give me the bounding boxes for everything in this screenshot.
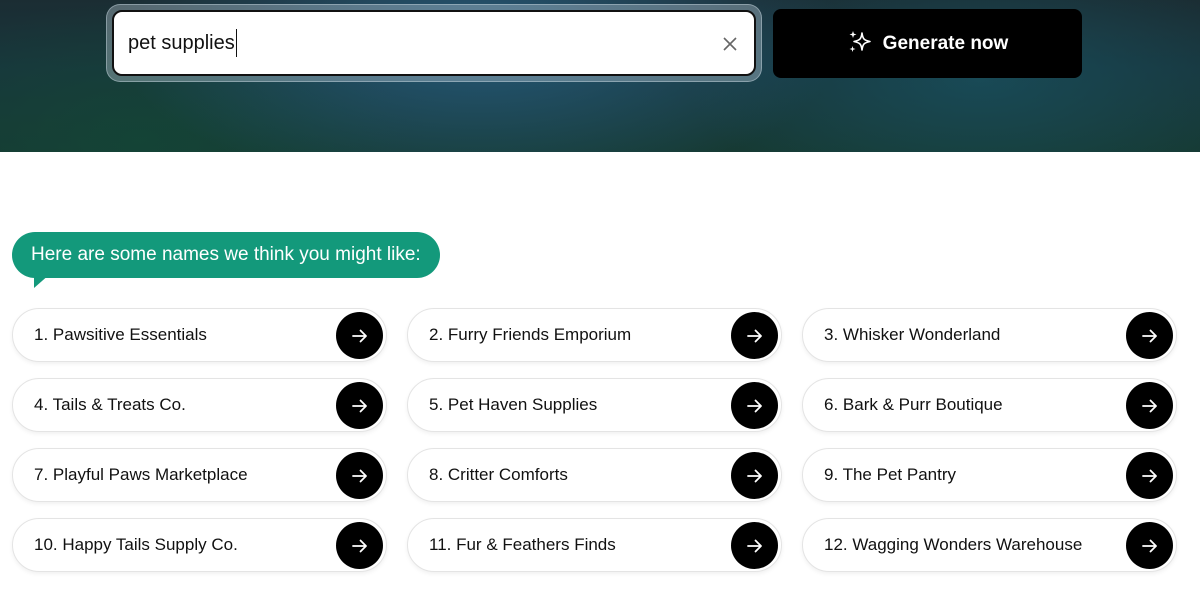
sparkles-icon [847, 29, 873, 58]
bubble-tail [34, 274, 50, 288]
search-box[interactable] [112, 10, 756, 76]
generate-button[interactable]: Generate now [773, 9, 1082, 78]
generate-button-label: Generate now [882, 32, 1009, 54]
name-card[interactable]: 5. Pet Haven Supplies [407, 378, 782, 432]
arrow-right-icon[interactable] [1126, 522, 1173, 569]
arrow-right-icon[interactable] [336, 382, 383, 429]
name-card[interactable]: 3. Whisker Wonderland [802, 308, 1177, 362]
text-caret [236, 29, 237, 57]
name-label: 7. Playful Paws Marketplace [34, 465, 248, 484]
name-label: 6. Bark & Purr Boutique [824, 395, 1003, 414]
search-container [106, 4, 762, 82]
name-card[interactable]: 2. Furry Friends Emporium [407, 308, 782, 362]
name-card[interactable]: 11. Fur & Feathers Finds [407, 518, 782, 572]
arrow-right-icon[interactable] [731, 452, 778, 499]
name-card[interactable]: 7. Playful Paws Marketplace [12, 448, 387, 502]
close-icon[interactable] [720, 34, 740, 54]
name-label: 8. Critter Comforts [429, 465, 568, 484]
arrow-right-icon[interactable] [731, 382, 778, 429]
arrow-right-icon[interactable] [336, 452, 383, 499]
arrow-right-icon[interactable] [1126, 382, 1173, 429]
arrow-right-icon[interactable] [731, 312, 778, 359]
results-heading: Here are some names we think you might l… [31, 244, 421, 265]
name-card[interactable]: 6. Bark & Purr Boutique [802, 378, 1177, 432]
results-heading-bubble: Here are some names we think you might l… [12, 232, 440, 278]
name-label: 10. Happy Tails Supply Co. [34, 535, 238, 554]
arrow-right-icon[interactable] [336, 312, 383, 359]
name-label: 4. Tails & Treats Co. [34, 395, 186, 414]
name-label: 3. Whisker Wonderland [824, 325, 1001, 344]
name-label: 2. Furry Friends Emporium [429, 325, 632, 344]
name-card[interactable]: 1. Pawsitive Essentials [12, 308, 387, 362]
name-label: 5. Pet Haven Supplies [429, 395, 598, 414]
name-label: 11. Fur & Feathers Finds [429, 535, 616, 554]
arrow-right-icon[interactable] [1126, 452, 1173, 499]
name-card[interactable]: 12. Wagging Wonders Warehouse [802, 518, 1177, 572]
name-card[interactable]: 10. Happy Tails Supply Co. [12, 518, 387, 572]
arrow-right-icon[interactable] [336, 522, 383, 569]
search-input[interactable] [128, 26, 708, 60]
arrow-right-icon[interactable] [731, 522, 778, 569]
page: Generate now Here are some names we thin… [0, 0, 1200, 597]
hero-banner: Generate now [0, 0, 1200, 152]
arrow-right-icon[interactable] [1126, 312, 1173, 359]
name-label: 1. Pawsitive Essentials [34, 325, 207, 344]
name-card[interactable]: 9. The Pet Pantry [802, 448, 1177, 502]
name-card[interactable]: 8. Critter Comforts [407, 448, 782, 502]
name-label: 12. Wagging Wonders Warehouse [824, 535, 1083, 554]
name-label: 9. The Pet Pantry [824, 465, 956, 484]
name-results-grid: 1. Pawsitive Essentials 2. Furry Friends… [12, 308, 1177, 572]
name-card[interactable]: 4. Tails & Treats Co. [12, 378, 387, 432]
